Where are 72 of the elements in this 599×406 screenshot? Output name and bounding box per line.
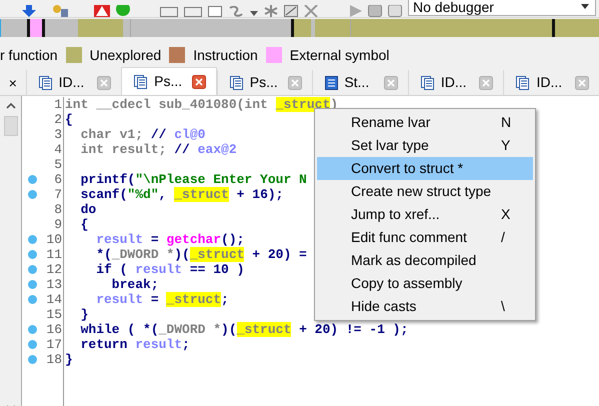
line-number: 10 (46, 232, 63, 247)
line-number: 16 (46, 322, 63, 337)
tab-label: Ps... (154, 72, 182, 91)
line-number: 5 (54, 157, 63, 172)
tab-label: ID... (440, 73, 467, 92)
menu-item[interactable]: Jump to xref... X (317, 203, 533, 226)
tab[interactable]: Ps... (121, 67, 217, 95)
line-number: 1 (54, 97, 63, 112)
line-number: 7 (54, 187, 63, 202)
menu-item[interactable]: Copy to assembly (317, 272, 533, 295)
line-number: 11 (46, 247, 63, 262)
document-icon (38, 76, 53, 90)
tab-label: ID... (536, 73, 562, 92)
code-line: if ( result == 10 ) (95, 262, 244, 277)
menu-item[interactable]: Hide casts \ (317, 295, 533, 318)
tab-label: ID... (58, 73, 84, 92)
code-line: result = _struct; (95, 292, 229, 307)
code-line: { (80, 217, 88, 232)
line-number: 17 (46, 337, 63, 352)
line-number: 12 (46, 262, 63, 277)
menu-item[interactable]: Edit func comment / (317, 226, 533, 249)
code-line: return result; (80, 337, 190, 352)
tab-label: Ps... (250, 73, 278, 92)
line-number: 6 (54, 172, 63, 187)
menu-item[interactable]: Rename lvar N (317, 111, 533, 134)
menu-item[interactable]: Mark as decompiled (317, 249, 533, 272)
line-number: 18 (46, 352, 63, 367)
menu-item[interactable]: Convert to struct * (317, 157, 533, 180)
code-line: char v1; // cl@0 (80, 127, 206, 142)
code-line: printf("\nPlease Enter Your N (80, 172, 307, 187)
asterisk-icon[interactable] (264, 5, 278, 17)
scrollbar-thumb[interactable] (4, 116, 18, 136)
tab[interactable]: ID... (408, 70, 504, 95)
down-arrow-icon[interactable] (22, 5, 36, 17)
close-panel-button[interactable]: × (0, 71, 26, 95)
debugger-select[interactable]: No debugger (408, 0, 596, 16)
code-line: scanf("%d", _struct + 16); (80, 187, 284, 202)
code-line: int result; // eax@2 (80, 142, 237, 157)
code-line: do (80, 202, 96, 217)
legend-label: r function (0, 46, 58, 64)
close-icon[interactable] (192, 74, 206, 88)
legend-label: Instruction (193, 46, 258, 64)
edit-icon[interactable] (284, 5, 298, 17)
line-number: 4 (54, 142, 63, 157)
stack-icon (325, 76, 338, 90)
document-icon (420, 76, 435, 90)
line-number: 14 (46, 292, 63, 307)
line-number: 15 (46, 307, 63, 322)
line-number: 9 (54, 217, 63, 232)
code-line: { (65, 112, 73, 127)
scroll-up-icon[interactable] (6, 102, 16, 110)
navigation-band[interactable] (0, 19, 599, 37)
caret-icon (581, 4, 589, 9)
legend-label: Unexplored (90, 46, 162, 65)
tab-label: St... (344, 73, 370, 92)
code-line: break; (110, 277, 159, 292)
code-line: } (80, 307, 88, 322)
code-line: } (65, 352, 73, 367)
document-icon (134, 74, 148, 88)
line-number: 8 (54, 202, 63, 217)
line-number: 2 (54, 112, 63, 127)
warning-icon[interactable] (94, 5, 110, 17)
line-number: 3 (54, 127, 63, 142)
menu-item[interactable]: Set lvar type Y (317, 134, 533, 157)
cross-icon[interactable] (304, 5, 318, 17)
legend-label: External symbol (290, 46, 390, 65)
document-icon (516, 76, 530, 90)
code-line: result = getchar(); (95, 232, 244, 247)
menu-item[interactable]: Create new struct type (317, 180, 533, 203)
tab[interactable]: Ps... (216, 70, 312, 95)
document-icon (230, 76, 244, 90)
line-number: 13 (46, 277, 63, 292)
